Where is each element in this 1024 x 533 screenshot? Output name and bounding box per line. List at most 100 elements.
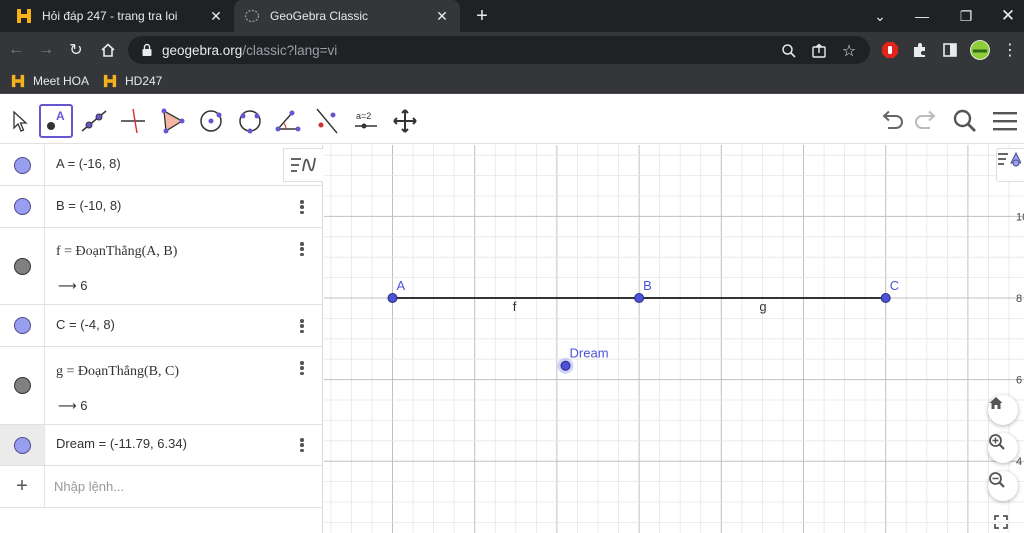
algebra-row-g[interactable]: g = ĐoạnThẳng(B, C) ⟶ 6 [0,347,323,425]
adblock-extension-icon[interactable] [880,40,900,60]
algebra-definition[interactable]: f = ĐoạnThẳng(A, B) [56,244,177,260]
side-panel-icon[interactable] [940,40,960,60]
graphics-canvas[interactable]: 10 8 6 4 f g A B C Dream [324,145,1024,533]
browser-toolbar: ← → ↻ geogebra.org/classic?lang=vi ☆ ⋮ [0,32,1024,68]
algebra-definition[interactable]: C = (-4, 8) [56,317,115,332]
bookmark-meet-hoa[interactable]: Meet HOA [10,72,89,90]
address-bar[interactable]: geogebra.org/classic?lang=vi ☆ [128,36,870,64]
slider-tool[interactable]: a=2 [349,104,383,138]
browser-tab-strip: Hỏi đáp 247 - trang tra loi ✕ GeoGebra C… [0,0,1024,32]
reflect-tool[interactable] [310,104,344,138]
point-tool[interactable]: A [39,104,73,138]
back-icon[interactable]: ← [4,38,28,62]
forward-icon[interactable]: → [34,38,58,62]
bookmark-hd247[interactable]: HD247 [102,72,162,90]
standard-view-button[interactable] [988,395,1018,425]
perpendicular-line-tool[interactable] [116,104,150,138]
tab-geogebra[interactable]: GeoGebra Classic ✕ [234,0,460,32]
angle-tool[interactable] [271,104,305,138]
polygon-tool[interactable] [155,104,189,138]
visibility-toggle[interactable] [0,347,45,424]
share-icon[interactable] [810,42,828,60]
zoom-out-button[interactable] [988,471,1018,501]
home-icon[interactable] [96,38,120,62]
tab-search-chevron-icon[interactable]: ⌄ [858,0,902,32]
lock-icon [140,43,154,57]
point-label: Dream [570,346,609,361]
visibility-toggle[interactable] [0,186,45,227]
algebra-row-C[interactable]: C = (-4, 8) [0,305,323,347]
browser-menu-icon[interactable]: ⋮ [1000,40,1020,60]
profile-avatar[interactable] [970,40,990,60]
y-axis-tick-label: 6 [1016,375,1022,387]
restore-icon[interactable]: ❐ [944,0,988,32]
minimize-icon[interactable]: — [900,0,944,32]
more-options-icon[interactable] [297,317,307,335]
more-options-icon[interactable] [297,359,307,377]
move-graphics-view-tool[interactable] [388,104,422,138]
bookmark-star-icon[interactable]: ☆ [840,42,858,60]
visibility-toggle[interactable] [0,228,45,304]
point-A [387,293,398,303]
y-axis-tick-label: 8 [1016,293,1022,305]
circle-three-points-tool[interactable] [233,104,267,138]
algebra-definition[interactable]: A = (-16, 8) [56,156,121,171]
segment-marble-icon [13,377,31,394]
svg-text:a=2: a=2 [356,111,371,121]
algebra-value: ⟶ 6 [58,278,88,293]
visibility-toggle[interactable] [0,425,45,465]
point-label: C [890,278,899,293]
close-tab-icon[interactable]: ✕ [434,8,450,24]
algebra-definition[interactable]: B = (-10, 8) [56,198,121,213]
hd247-favicon-icon [10,73,26,89]
move-tool[interactable] [2,104,36,138]
point-marble-icon [13,317,31,334]
url-text: geogebra.org/classic?lang=vi [162,42,338,58]
y-axis-tick-label: 4 [1016,456,1022,468]
add-item-icon[interactable]: + [0,466,45,507]
visibility-toggle[interactable] [0,145,45,185]
algebra-row-B[interactable]: B = (-10, 8) [0,186,323,228]
algebra-value: ⟶ 6 [58,398,88,413]
circle-center-point-tool[interactable] [194,104,228,138]
bookmark-label: HD247 [125,74,163,88]
hd247-favicon-icon [102,73,118,89]
extensions-puzzle-icon[interactable] [910,40,930,60]
line-tool[interactable] [77,104,111,138]
reload-icon[interactable]: ↻ [64,38,88,62]
algebra-view: A = (-16, 8) B = (-10, 8) f = ĐoạnThẳng(… [0,145,323,533]
more-options-icon[interactable] [297,198,307,216]
undo-icon[interactable] [878,106,908,136]
zoom-page-icon[interactable] [780,42,798,60]
algebra-input-row[interactable]: + Nhập lệnh... [0,466,323,508]
algebra-row-Dream[interactable]: Dream = (-11.79, 6.34) [0,425,323,466]
hamburger-menu-icon[interactable] [990,106,1020,136]
algebra-row-f[interactable]: f = ĐoạnThẳng(A, B) ⟶ 6 [0,228,323,305]
tab-hoi-dap[interactable]: Hỏi đáp 247 - trang tra loi ✕ [6,0,234,32]
algebra-definition[interactable]: Dream = (-11.79, 6.34) [56,436,187,451]
segment-label: g [759,299,766,314]
algebra-style-bar-toggle[interactable] [283,148,323,182]
more-options-icon[interactable] [297,436,307,454]
close-window-icon[interactable]: ✕ [986,0,1024,32]
new-tab-icon[interactable]: + [472,6,492,26]
point-marble-icon [13,156,31,174]
graphics-view[interactable]: 10 8 6 4 f g A B C Dream [324,145,1024,533]
algebra-definition[interactable]: g = ĐoạnThẳng(B, C) [56,364,179,380]
algebra-row-A[interactable]: A = (-16, 8) [0,145,323,186]
tab-title: Hỏi đáp 247 - trang tra loi [42,9,178,23]
command-input[interactable]: Nhập lệnh... [54,479,124,494]
hd247-favicon-icon [16,8,32,24]
graphics-style-bar-toggle[interactable] [996,148,1024,182]
visibility-toggle[interactable] [0,305,45,346]
point-label: A [397,278,406,293]
search-icon[interactable] [950,106,980,136]
close-tab-icon[interactable]: ✕ [208,8,224,24]
segment-label: f [513,299,517,314]
geogebra-favicon-icon [244,8,260,24]
redo-icon[interactable] [910,106,940,136]
fullscreen-icon[interactable] [994,515,1014,533]
zoom-in-button[interactable] [988,433,1018,463]
point-marble-icon [13,198,31,215]
more-options-icon[interactable] [297,240,307,258]
